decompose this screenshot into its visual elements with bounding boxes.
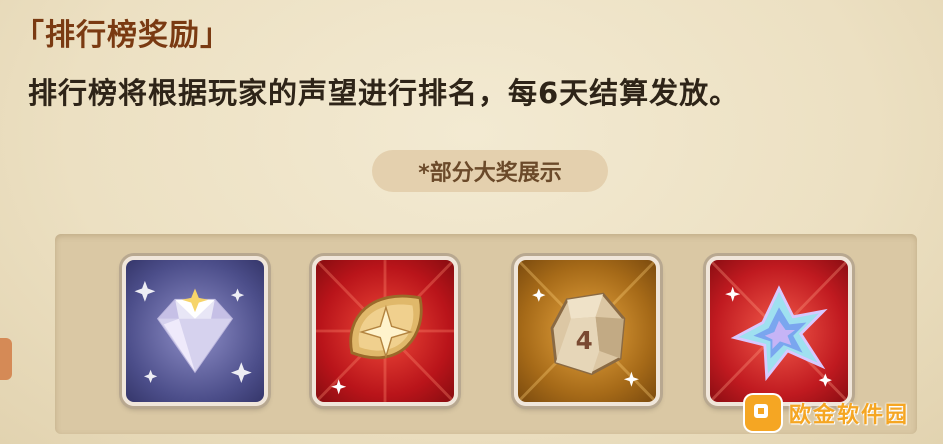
showcase-label: *部分大奖展示 (372, 150, 608, 192)
ore-stone-4-icon: 4 (518, 260, 656, 402)
side-tab[interactable] (0, 338, 12, 380)
reward-item-shuriken[interactable] (706, 256, 852, 406)
reward-item-diamond[interactable] (122, 256, 268, 406)
golden-emblem-icon (316, 260, 454, 402)
page-title: 「排行榜奖励」 (14, 18, 231, 53)
reward-item-ore[interactable]: 4 (514, 256, 660, 406)
site-watermark: 欧金软件园 (745, 392, 935, 434)
reward-item-emblem[interactable] (312, 256, 458, 406)
shuriken-crystal-icon (710, 260, 848, 402)
diamond-icon (134, 280, 252, 383)
watermark-text: 欧金软件园 (789, 403, 910, 428)
watermark-logo-icon (745, 395, 781, 431)
svg-text:4: 4 (576, 326, 593, 355)
ranking-description: 排行榜将根据玩家的声望进行排名，每6天结算发放。 (28, 76, 740, 110)
